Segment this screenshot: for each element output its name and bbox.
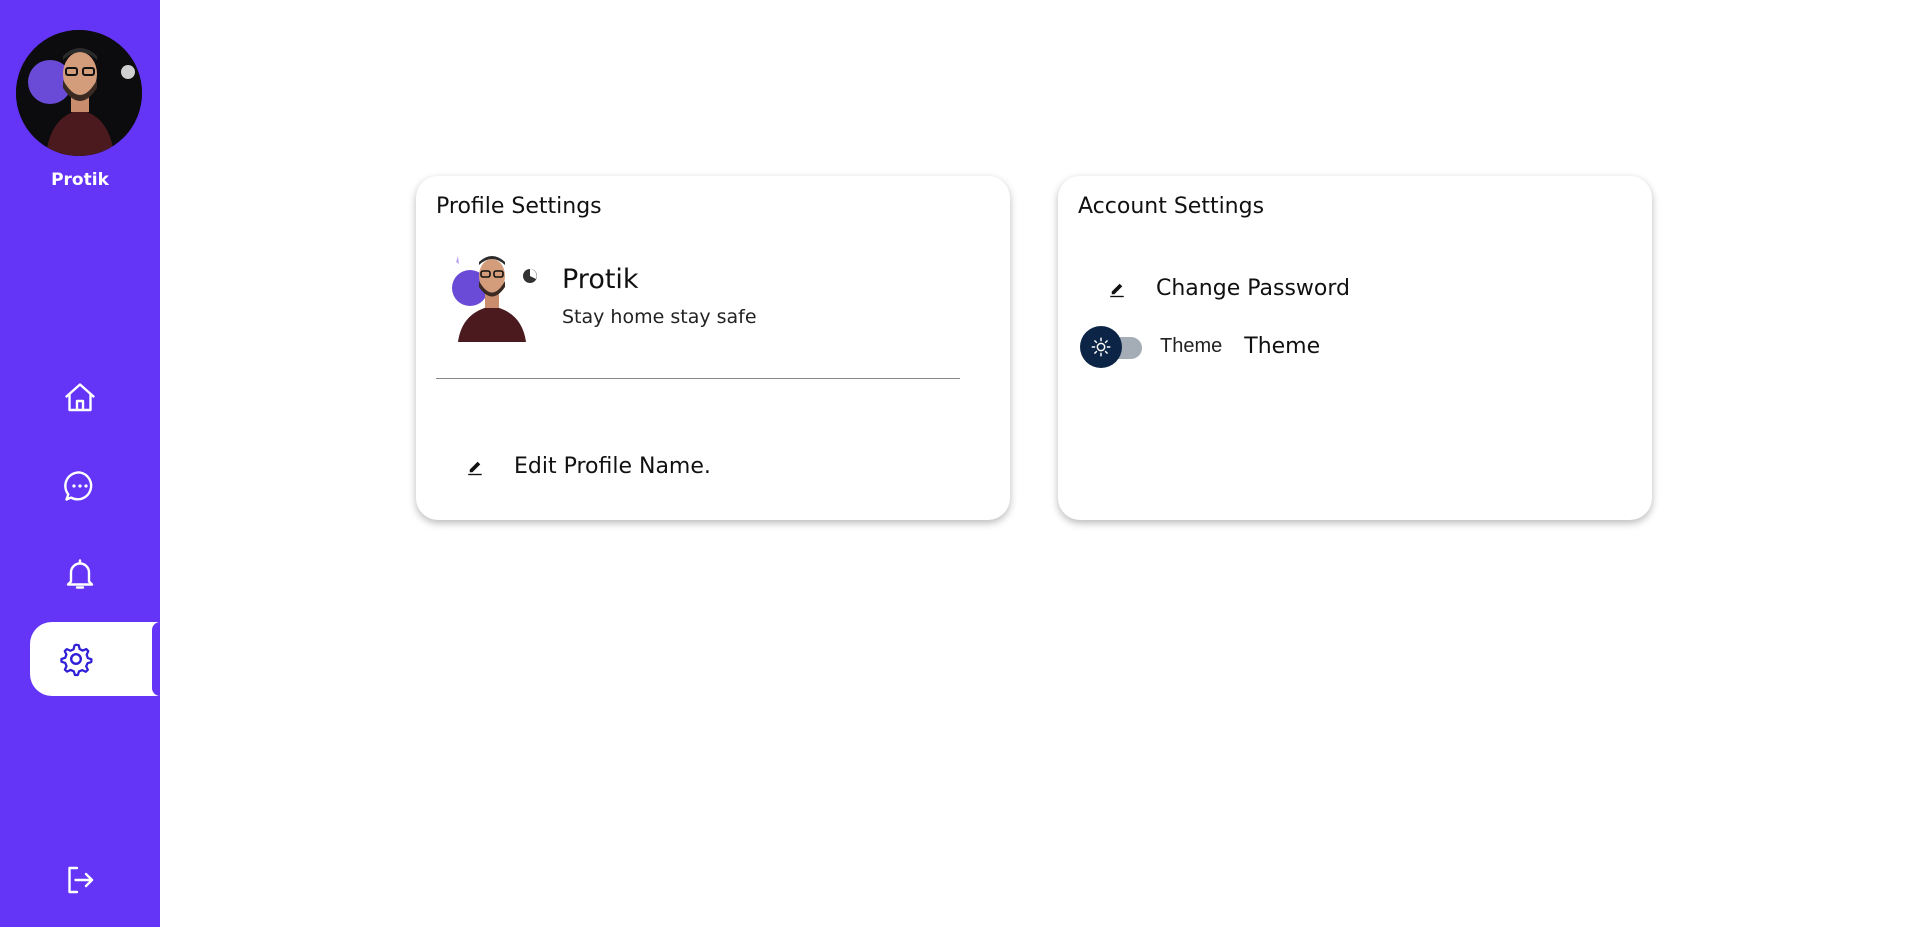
sidebar: Protik [0,0,160,927]
sun-icon [1091,337,1111,357]
nav-home[interactable] [0,361,160,435]
profile-name: Protik [562,264,639,295]
change-password-label: Change Password [1156,276,1350,301]
nav-logout[interactable] [0,843,160,917]
theme-toggle-label: Theme [1160,334,1223,357]
nav-messages[interactable] [0,449,160,523]
theme-label: Theme [1244,333,1321,359]
active-indicator [152,622,160,696]
nav-notifications[interactable] [0,537,160,611]
bell-icon [66,559,94,589]
toggle-knob [1080,326,1122,368]
profile-status: Stay home stay safe [562,306,757,328]
divider [436,378,960,379]
avatar[interactable] [16,30,142,156]
theme-toggle[interactable] [1080,326,1144,368]
account-settings-card: Account Settings Change Password Theme T… [1058,176,1652,520]
nav-settings[interactable] [30,622,160,696]
account-settings-title: Account Settings [1078,194,1265,219]
profile-photo[interactable] [444,242,540,342]
chat-icon [64,471,93,501]
sidebar-user-name: Protik [51,170,109,190]
profile-settings-title: Profile Settings [436,194,602,219]
edit-profile-name-label: Edit Profile Name. [514,454,711,479]
change-password-button[interactable]: Change Password [1108,276,1350,301]
logout-icon [68,866,94,894]
pencil-icon [1108,280,1126,298]
pencil-icon [466,458,484,476]
avatar-photo [16,30,142,156]
theme-row: Theme Theme [1080,326,1321,368]
edit-profile-name-button[interactable]: Edit Profile Name. [466,454,711,479]
profile-settings-card: Profile Settings Protik Stay home stay s… [416,176,1010,520]
gear-icon [60,643,93,677]
home-icon [65,383,95,412]
